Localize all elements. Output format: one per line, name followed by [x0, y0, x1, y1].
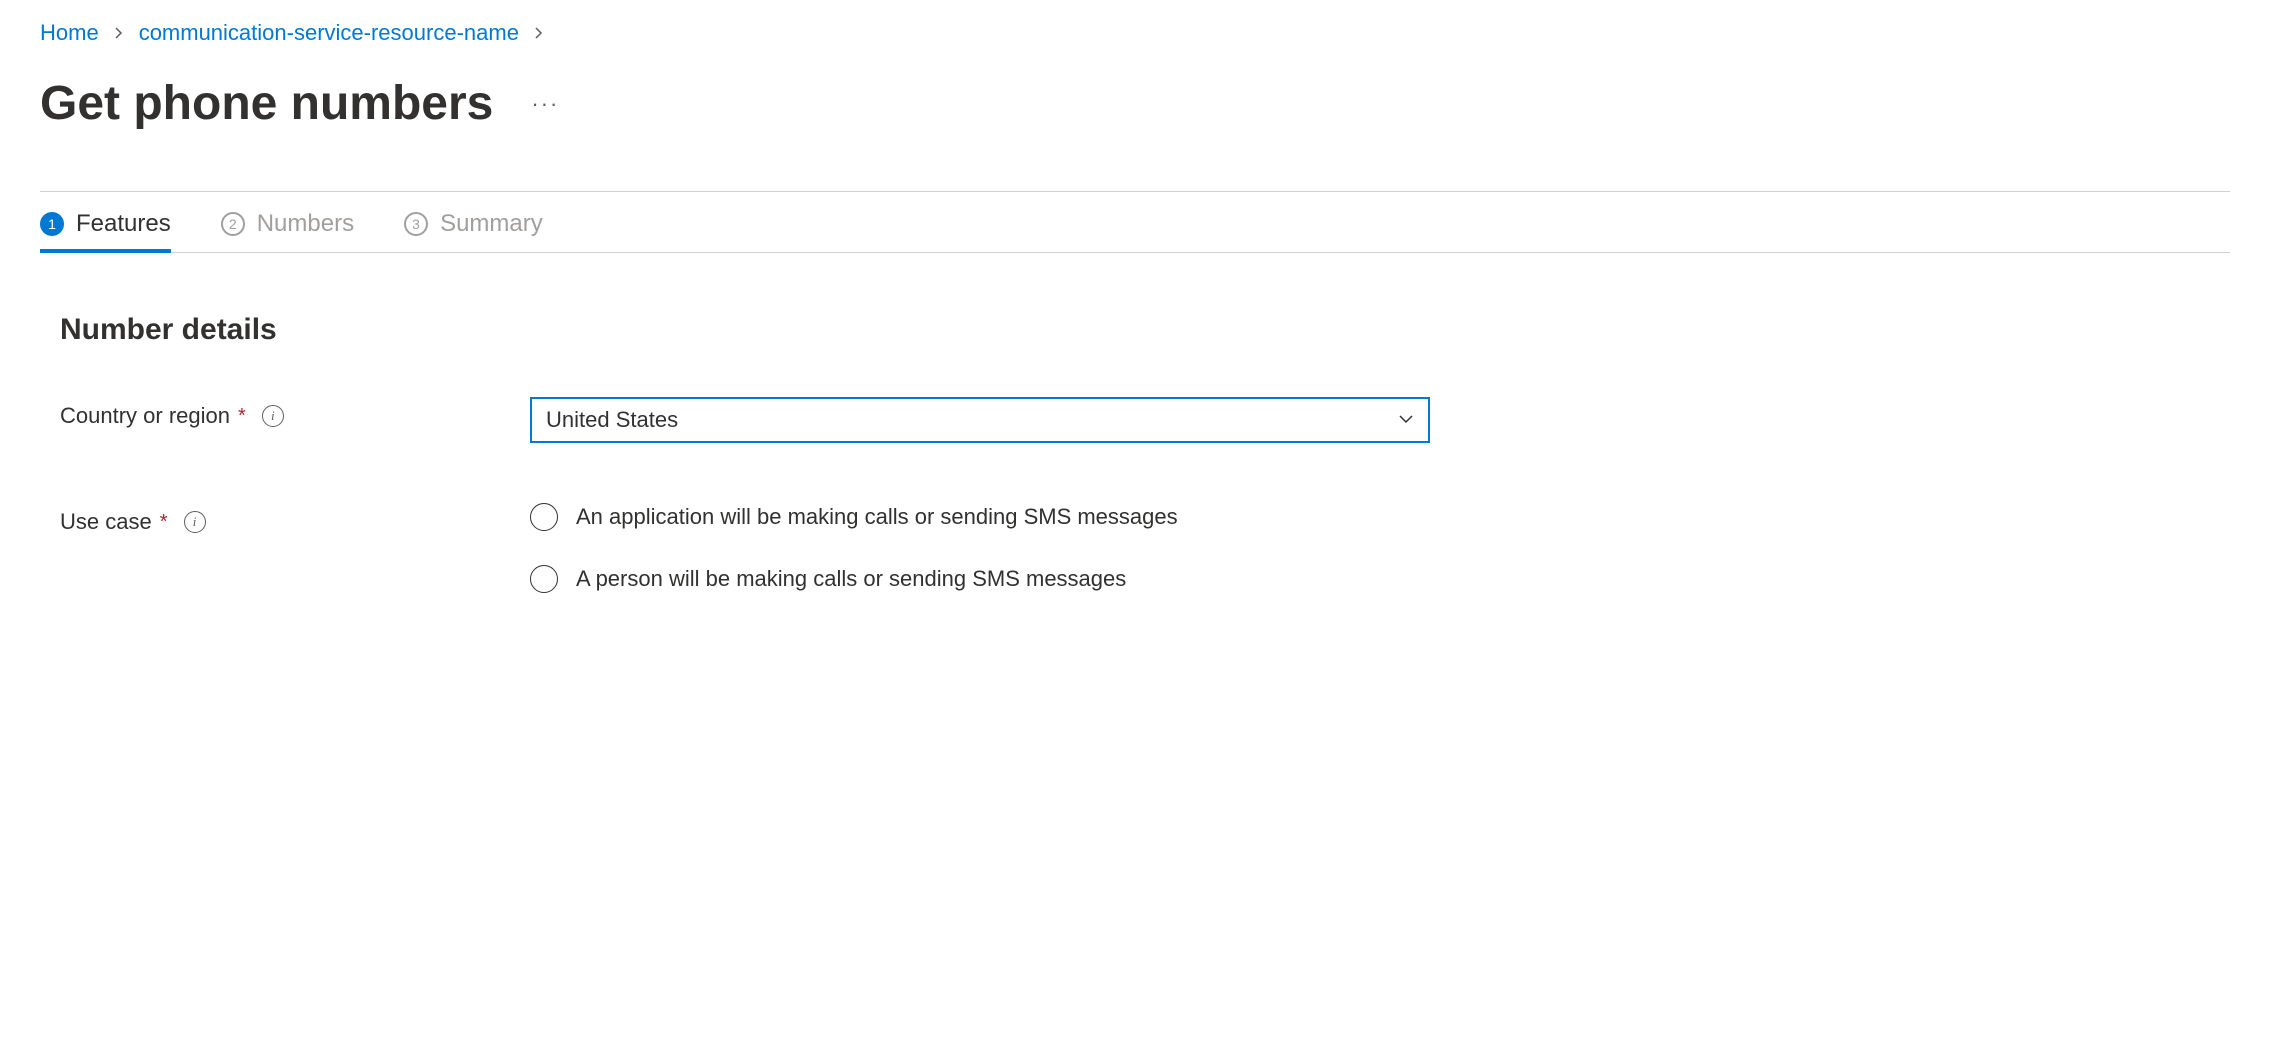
tab-step-badge: 1: [40, 212, 64, 236]
radio-circle-icon: [530, 503, 558, 531]
tab-label: Summary: [440, 210, 543, 238]
usecase-label: Use case * i: [60, 503, 530, 535]
tab-step-badge: 2: [221, 212, 245, 236]
usecase-radio-application[interactable]: An application will be making calls or s…: [530, 503, 1430, 531]
country-label-text: Country or region: [60, 403, 230, 429]
more-actions-button[interactable]: ···: [523, 87, 567, 121]
radio-label: An application will be making calls or s…: [576, 504, 1178, 530]
country-select-value: United States: [546, 407, 678, 433]
required-asterisk: *: [238, 405, 246, 428]
wizard-tabs: 1 Features 2 Numbers 3 Summary: [40, 192, 2230, 253]
info-icon[interactable]: i: [184, 511, 206, 533]
tab-step-badge: 3: [404, 212, 428, 236]
country-select[interactable]: United States: [530, 397, 1430, 443]
info-icon[interactable]: i: [262, 405, 284, 427]
chevron-right-icon: [113, 23, 125, 44]
tab-label: Numbers: [257, 210, 354, 238]
radio-circle-icon: [530, 565, 558, 593]
breadcrumb: Home communication-service-resource-name: [40, 20, 2230, 46]
number-details-section: Number details Country or region * i Uni…: [40, 253, 2230, 707]
radio-label: A person will be making calls or sending…: [576, 566, 1126, 592]
required-asterisk: *: [160, 511, 168, 534]
tab-numbers[interactable]: 2 Numbers: [221, 210, 354, 252]
usecase-radio-person[interactable]: A person will be making calls or sending…: [530, 565, 1430, 593]
chevron-down-icon: [1398, 407, 1414, 433]
breadcrumb-home-link[interactable]: Home: [40, 20, 99, 46]
usecase-label-text: Use case: [60, 509, 152, 535]
page-header: Get phone numbers ···: [40, 76, 2230, 131]
country-label: Country or region * i: [60, 397, 530, 429]
usecase-row: Use case * i An application will be maki…: [60, 503, 2210, 627]
tab-label: Features: [76, 210, 171, 238]
tab-features[interactable]: 1 Features: [40, 210, 171, 252]
breadcrumb-resource-link[interactable]: communication-service-resource-name: [139, 20, 519, 46]
page-title: Get phone numbers: [40, 76, 493, 131]
tab-summary[interactable]: 3 Summary: [404, 210, 543, 252]
country-row: Country or region * i United States: [60, 397, 2210, 443]
section-title: Number details: [60, 313, 2210, 347]
chevron-right-icon: [533, 23, 545, 44]
